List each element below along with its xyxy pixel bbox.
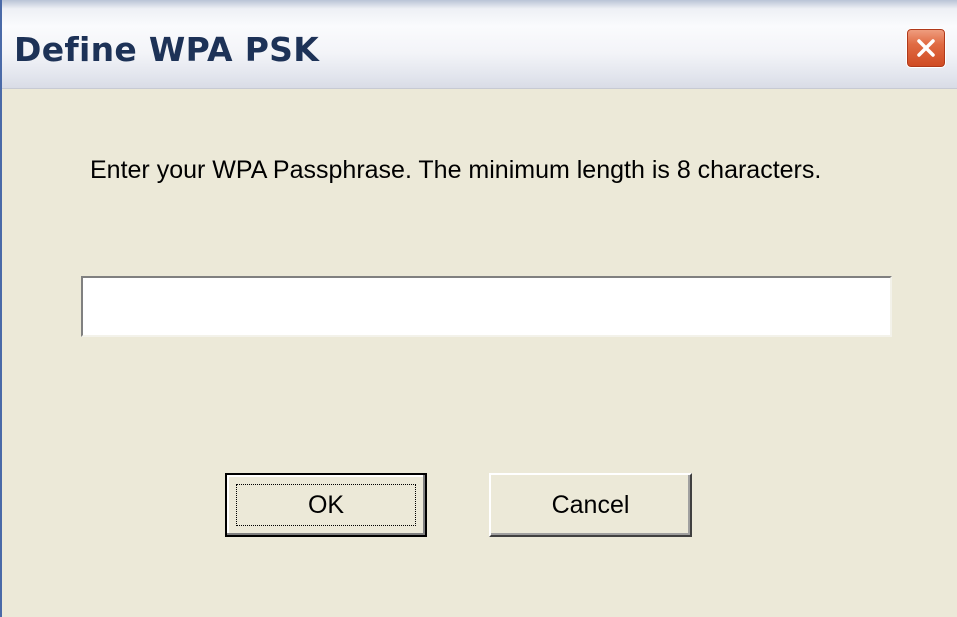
- dialog-window: Define WPA PSK Enter your WPA Passphrase…: [0, 0, 957, 617]
- cancel-button[interactable]: Cancel: [489, 473, 692, 537]
- close-icon: [917, 39, 935, 57]
- focus-rect: [236, 484, 416, 526]
- title-bar[interactable]: Define WPA PSK: [2, 0, 957, 89]
- passphrase-prompt: Enter your WPA Passphrase. The minimum l…: [90, 156, 822, 184]
- cancel-label: Cancel: [551, 490, 630, 519]
- close-button[interactable]: [906, 28, 946, 68]
- dialog-body: Enter your WPA Passphrase. The minimum l…: [2, 89, 957, 617]
- passphrase-input[interactable]: [81, 276, 892, 337]
- dialog-title: Define WPA PSK: [14, 30, 320, 69]
- ok-button[interactable]: OK: [225, 473, 427, 537]
